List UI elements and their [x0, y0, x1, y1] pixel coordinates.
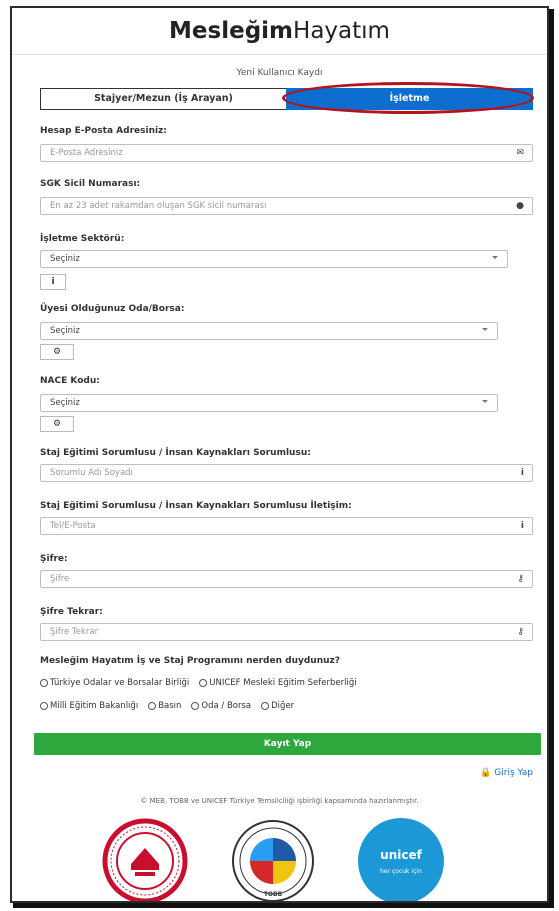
contact-field[interactable]: Tel/E-Posta i: [40, 517, 533, 535]
radio-tobb[interactable]: Türkiye Odalar ve Borsalar Birliği: [40, 678, 189, 688]
tab-business[interactable]: İşletme: [286, 88, 533, 110]
sgk-placeholder: En az 23 adet rakamdan oluşan SGK sicil …: [50, 201, 267, 211]
gear-icon: ⚙: [52, 347, 62, 357]
radio-label: Basın: [158, 701, 182, 711]
chevron-down-icon: [482, 328, 488, 331]
radio-label: Milli Eğitim Bakanlığı: [50, 701, 139, 711]
radio-meb[interactable]: Milli Eğitim Bakanlığı: [40, 701, 138, 711]
radio-circle[interactable]: [261, 702, 270, 710]
nace-label: NACE Kodu:: [40, 376, 100, 386]
register-button[interactable]: Kayıt Yap: [34, 733, 541, 755]
radio-label: UNICEF Mesleki Eğitim Seferberliği: [209, 678, 357, 688]
radio-unicef[interactable]: UNICEF Mesleki Eğitim Seferberliği: [199, 678, 357, 688]
password2-placeholder: Şifre Tekrar: [50, 627, 99, 637]
radio-circle[interactable]: [40, 702, 48, 710]
contact-placeholder: Tel/E-Posta: [50, 521, 96, 531]
info-icon: i: [51, 277, 55, 287]
chevron-down-icon: [492, 256, 498, 259]
contact-label: Staj Eğitimi Sorumlusu / İnsan Kaynaklar…: [40, 501, 352, 511]
lock-icon: 🔒: [480, 768, 492, 778]
chamber-settings-button[interactable]: ⚙: [40, 344, 74, 360]
key-icon: ⚷: [517, 627, 524, 637]
meb-logo: [102, 818, 188, 901]
radio-circle[interactable]: [199, 679, 208, 687]
footer-note: © MEB, TOBB ve UNICEF Türkiye Temsilcili…: [140, 797, 419, 805]
tobb-logo: TOBB: [230, 818, 316, 901]
sector-select[interactable]: Seçiniz: [40, 250, 508, 268]
login-label: Giriş Yap: [494, 768, 533, 778]
chamber-select[interactable]: Seçiniz: [40, 322, 498, 340]
radio-chamber[interactable]: Oda / Borsa: [191, 701, 251, 711]
brand-light: Hayatım: [293, 18, 390, 44]
sector-value: Seçiniz: [50, 254, 80, 264]
unicef-wordmark: unicef: [380, 848, 422, 862]
responsible-label: Staj Eğitimi Sorumlusu / İnsan Kaynaklar…: [40, 448, 311, 458]
email-placeholder: E-Posta Adresiniz: [50, 148, 123, 158]
unicef-tagline: her çocuk için: [380, 868, 422, 875]
responsible-placeholder: Sorumlu Adı Soyadı: [50, 468, 133, 478]
password-field[interactable]: Şifre ⚷: [40, 570, 533, 588]
password-label: Şifre:: [40, 554, 68, 564]
password2-label: Şifre Tekrar:: [40, 607, 103, 617]
sector-label: İşletme Sektörü:: [40, 234, 125, 244]
password2-field[interactable]: Şifre Tekrar ⚷: [40, 623, 533, 641]
email-label: Hesap E-Posta Adresiniz:: [40, 126, 167, 136]
radio-circle[interactable]: [148, 702, 157, 710]
registration-panel: MesleğimHayatım Yeni Kullanıcı Kaydı Sta…: [12, 8, 547, 901]
info-icon: i: [520, 521, 524, 531]
radio-row-2: Milli Eğitim Bakanlığı Basın Oda / Borsa…: [40, 701, 294, 711]
user-icon: ●: [516, 201, 524, 211]
radio-circle[interactable]: [191, 702, 200, 710]
meb-seal-icon: [102, 818, 188, 901]
tab-seeker[interactable]: Stajyer/Mezun (İş Arayan): [40, 88, 286, 110]
radio-row-1: Türkiye Odalar ve Borsalar Birliği UNICE…: [40, 678, 357, 688]
brand-logo: MesleğimHayatım: [12, 8, 547, 55]
page-subtitle: Yeni Kullanıcı Kaydı: [236, 68, 323, 78]
sector-info-button[interactable]: i: [40, 274, 66, 290]
unicef-logo: unicef her çocuk için: [358, 818, 444, 901]
email-field[interactable]: E-Posta Adresiniz ✉: [40, 144, 533, 162]
password-placeholder: Şifre: [50, 574, 70, 584]
responsible-field[interactable]: Sorumlu Adı Soyadı i: [40, 464, 533, 482]
info-icon: i: [520, 468, 524, 478]
nace-select[interactable]: Seçiniz: [40, 394, 498, 412]
radio-other[interactable]: Diğer: [261, 701, 294, 711]
chamber-label: Üyesi Olduğunuz Oda/Borsa:: [40, 304, 185, 314]
radio-label: Türkiye Odalar ve Borsalar Birliği: [50, 678, 190, 688]
gear-icon: ⚙: [52, 419, 62, 429]
radio-press[interactable]: Basın: [148, 701, 181, 711]
nace-settings-button[interactable]: ⚙: [40, 416, 74, 432]
sgk-field[interactable]: En az 23 adet rakamdan oluşan SGK sicil …: [40, 197, 533, 215]
nace-value: Seçiniz: [50, 398, 80, 408]
user-type-tabs: Stajyer/Mezun (İş Arayan) İşletme: [40, 88, 533, 110]
envelope-icon: ✉: [516, 148, 524, 158]
sgk-label: SGK Sicil Numarası:: [40, 179, 141, 189]
source-question: Mesleğim Hayatım İş ve Staj Programını n…: [40, 656, 340, 666]
radio-circle[interactable]: [40, 679, 48, 687]
key-icon: ⚷: [517, 574, 524, 584]
login-link[interactable]: 🔒 Giriş Yap: [480, 768, 533, 778]
radio-label: Diğer: [271, 701, 295, 711]
chamber-value: Seçiniz: [50, 326, 80, 336]
tobb-seal-icon: [232, 820, 314, 901]
brand-bold: Mesleğim: [169, 18, 294, 44]
tobb-label: TOBB: [263, 891, 283, 898]
radio-label: Oda / Borsa: [201, 701, 252, 711]
chevron-down-icon: [482, 400, 488, 403]
